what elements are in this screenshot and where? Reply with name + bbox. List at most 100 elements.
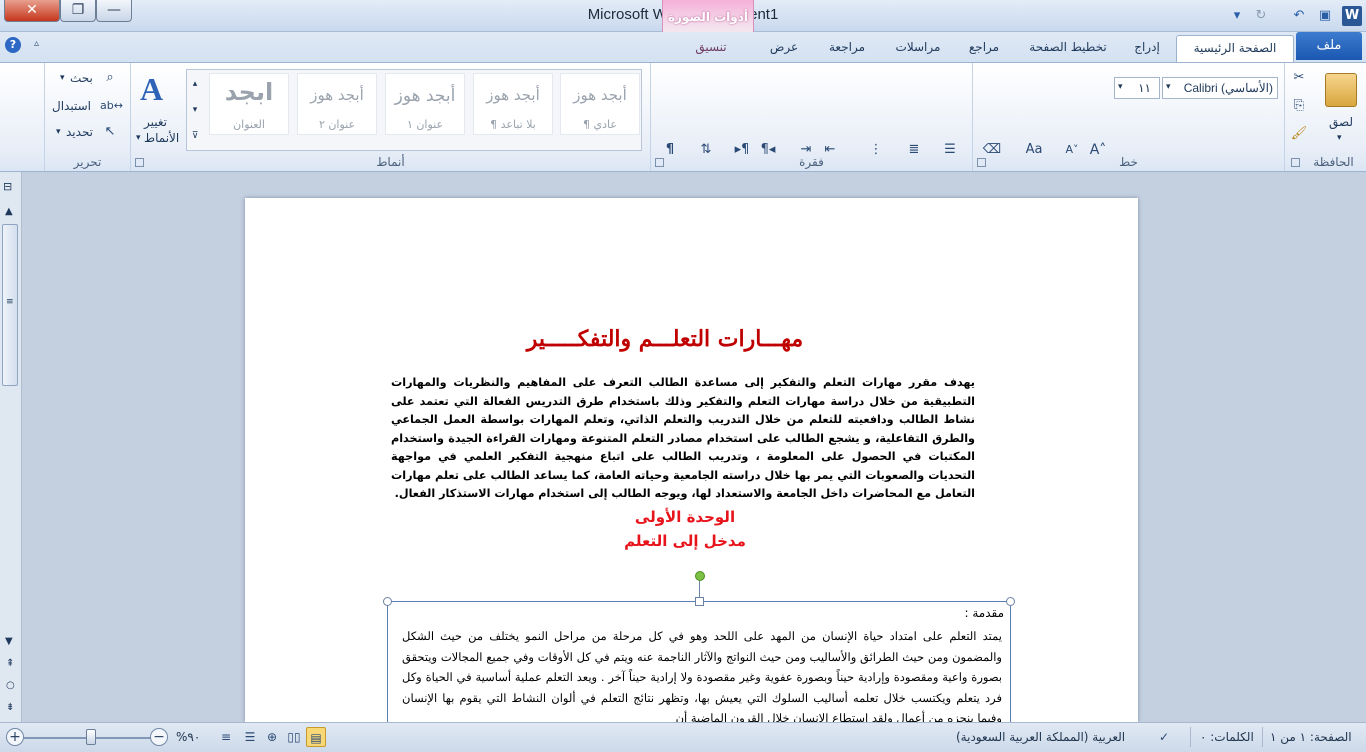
replace-icon[interactable]: ab↔ bbox=[100, 97, 123, 115]
paragraph-launcher-icon[interactable] bbox=[655, 158, 664, 167]
style-name: عنوان ١ bbox=[406, 118, 444, 131]
paste-dropdown-icon[interactable]: ▾ bbox=[1337, 133, 1342, 143]
find-icon[interactable]: ⌕ bbox=[100, 69, 120, 87]
vertical-scrollbar[interactable]: ⊟ ▲ ≡ ▼ ⇞ ○ ⇟ bbox=[0, 172, 22, 722]
copy-icon[interactable]: ⎘ bbox=[1289, 97, 1309, 115]
font-launcher-icon[interactable] bbox=[977, 158, 986, 167]
bullets-icon[interactable]: ☰ bbox=[940, 141, 960, 159]
next-page-icon[interactable]: ⇟ bbox=[6, 702, 14, 713]
tab-home[interactable]: الصفحة الرئيسية bbox=[1176, 35, 1294, 62]
find-button[interactable]: بحث bbox=[70, 71, 93, 85]
change-case-button[interactable]: Aa bbox=[1024, 141, 1044, 159]
replace-button[interactable]: استبدال bbox=[52, 99, 91, 113]
redo-icon[interactable]: ↻ bbox=[1252, 7, 1270, 25]
page-count[interactable]: الصفحة: ١ من ١ bbox=[1270, 730, 1352, 744]
tab-format[interactable]: تنسيق bbox=[680, 35, 742, 62]
tab-references[interactable]: مراجع bbox=[958, 35, 1010, 62]
save-icon[interactable]: ▣ bbox=[1316, 7, 1334, 25]
select-button[interactable]: تحديد bbox=[66, 125, 93, 139]
selected-textbox[interactable]: مقدمة : يمتد التعلم على امتداد حياة الإن… bbox=[387, 601, 1011, 722]
change-styles-label-1[interactable]: تغيير bbox=[144, 115, 167, 129]
minimize-button[interactable]: — bbox=[96, 0, 132, 22]
help-icon[interactable]: ? bbox=[5, 37, 21, 53]
ruler-toggle-icon[interactable]: ⊟ bbox=[3, 180, 12, 193]
change-styles-icon[interactable]: A bbox=[140, 71, 163, 108]
paste-icon[interactable] bbox=[1325, 73, 1357, 107]
zoom-slider-thumb[interactable] bbox=[86, 729, 96, 745]
clipboard-launcher-icon[interactable] bbox=[1291, 158, 1300, 167]
style-no-spacing[interactable]: أبجد هوز ¶ بلا تباعد bbox=[473, 73, 553, 135]
style-title[interactable]: ابجد العنوان bbox=[209, 73, 289, 135]
resize-handle-top-center[interactable] bbox=[695, 597, 704, 606]
scroll-up-icon[interactable]: ▲ bbox=[5, 206, 13, 217]
style-heading-2[interactable]: أبجد هوز عنوان ٢ bbox=[297, 73, 377, 135]
font-size-dropdown-icon[interactable]: ▾ bbox=[1118, 82, 1123, 92]
previous-page-icon[interactable]: ⇞ bbox=[6, 658, 14, 669]
tab-mailings[interactable]: مراسلات bbox=[884, 35, 952, 62]
textbox-body[interactable]: يمتد التعلم على امتداد حياة الإنسان من ا… bbox=[402, 626, 1002, 722]
proofing-icon[interactable]: ✓ bbox=[1154, 727, 1174, 747]
resize-handle-top-left[interactable] bbox=[383, 597, 392, 606]
document-page[interactable]: مهـــارات التعلـــم والتفكـــــير يهدف م… bbox=[245, 198, 1138, 722]
zoom-level[interactable]: %٩٠ bbox=[176, 730, 200, 744]
restore-button[interactable]: ❐ bbox=[60, 0, 96, 22]
textbox-heading[interactable]: مقدمة : bbox=[964, 606, 1004, 620]
language-status[interactable]: العربية (المملكة العربية السعودية) bbox=[956, 730, 1125, 744]
intro-paragraph[interactable]: يهدف مقرر مهارات التعلم والتفكير إلى مسا… bbox=[391, 374, 975, 504]
select-dropdown-icon[interactable]: ▾ bbox=[56, 127, 61, 137]
paste-label[interactable]: لصق bbox=[1329, 115, 1353, 129]
select-icon[interactable]: ↖ bbox=[100, 123, 120, 141]
tab-page-layout[interactable]: تخطيط الصفحة bbox=[1016, 35, 1120, 62]
show-marks-button[interactable]: ¶ bbox=[660, 141, 680, 159]
print-layout-icon[interactable]: ▤ bbox=[306, 727, 326, 747]
ribbon-collapse-icon[interactable]: ▵ bbox=[34, 38, 39, 49]
font-size-combobox[interactable]: ١١ ▾ bbox=[1114, 77, 1160, 99]
scroll-thumb[interactable]: ≡ bbox=[2, 224, 18, 386]
customize-qat-icon[interactable]: ▾ bbox=[1228, 7, 1246, 25]
font-name-dropdown-icon[interactable]: ▾ bbox=[1166, 82, 1171, 92]
format-painter-icon[interactable]: 🖌 bbox=[1289, 125, 1309, 143]
unit-heading[interactable]: الوحدة الأولى bbox=[605, 508, 765, 526]
web-layout-icon[interactable]: ⊕ bbox=[262, 727, 282, 747]
browse-object-icon[interactable]: ○ bbox=[6, 680, 15, 691]
close-button[interactable]: ✕ bbox=[4, 0, 60, 22]
zoom-in-button[interactable]: + bbox=[6, 728, 24, 746]
tab-file[interactable]: ملف bbox=[1296, 32, 1362, 60]
full-screen-reading-icon[interactable]: ▯▯ bbox=[284, 727, 304, 747]
tab-review[interactable]: مراجعة bbox=[818, 35, 876, 62]
gallery-more-icon[interactable]: ⊽ bbox=[187, 123, 203, 149]
tab-view[interactable]: عرض bbox=[762, 35, 806, 62]
zoom-out-button[interactable]: − bbox=[150, 728, 168, 746]
document-title[interactable]: مهـــارات التعلـــم والتفكـــــير bbox=[245, 326, 1085, 352]
style-normal[interactable]: أبجد هوز ¶ عادي bbox=[560, 73, 640, 135]
sort-icon[interactable]: ⇅ bbox=[696, 141, 716, 159]
clear-formatting-icon[interactable]: ⌫ bbox=[982, 141, 1002, 159]
outline-view-icon[interactable]: ☰ bbox=[240, 727, 260, 747]
increase-indent-icon[interactable]: ⇥ bbox=[796, 141, 816, 159]
draft-view-icon[interactable]: ≡ bbox=[216, 727, 236, 747]
rotate-handle[interactable] bbox=[695, 571, 705, 581]
change-styles-dropdown-icon[interactable]: ▾ bbox=[136, 133, 141, 143]
unit-subheading[interactable]: مدخل إلى التعلم bbox=[605, 532, 765, 550]
multilevel-list-icon[interactable]: ⋮ bbox=[866, 141, 886, 159]
cut-icon[interactable]: ✂ bbox=[1289, 69, 1309, 87]
resize-handle-top-right[interactable] bbox=[1006, 597, 1015, 606]
styles-launcher-icon[interactable] bbox=[135, 158, 144, 167]
numbering-icon[interactable]: ≣ bbox=[904, 141, 924, 159]
ltr-direction-icon[interactable]: ▸¶ bbox=[732, 141, 752, 159]
font-name-combobox[interactable]: (الأساسي) Calibri ▾ bbox=[1162, 77, 1278, 99]
find-dropdown-icon[interactable]: ▾ bbox=[60, 73, 65, 83]
change-styles-label-2[interactable]: الأنماط bbox=[144, 131, 179, 145]
tab-insert[interactable]: إدراج bbox=[1124, 35, 1170, 62]
gallery-scroll-down-icon[interactable]: ▾ bbox=[187, 97, 203, 123]
style-heading-1[interactable]: أبجد هوز عنوان ١ bbox=[385, 73, 465, 135]
decrease-indent-icon[interactable]: ⇤ bbox=[820, 141, 840, 159]
gallery-scroll-up-icon[interactable]: ▴ bbox=[187, 71, 203, 97]
undo-icon[interactable]: ↶ bbox=[1290, 7, 1308, 25]
word-count[interactable]: الكلمات: ٠ bbox=[1200, 730, 1254, 744]
shrink-font-button[interactable]: A˅ bbox=[1062, 141, 1082, 159]
grow-font-button[interactable]: A˄ bbox=[1088, 141, 1108, 159]
scroll-down-icon[interactable]: ▼ bbox=[5, 636, 13, 647]
rtl-direction-icon[interactable]: ¶◂ bbox=[758, 141, 778, 159]
font-size-value: ١١ bbox=[1138, 81, 1151, 95]
